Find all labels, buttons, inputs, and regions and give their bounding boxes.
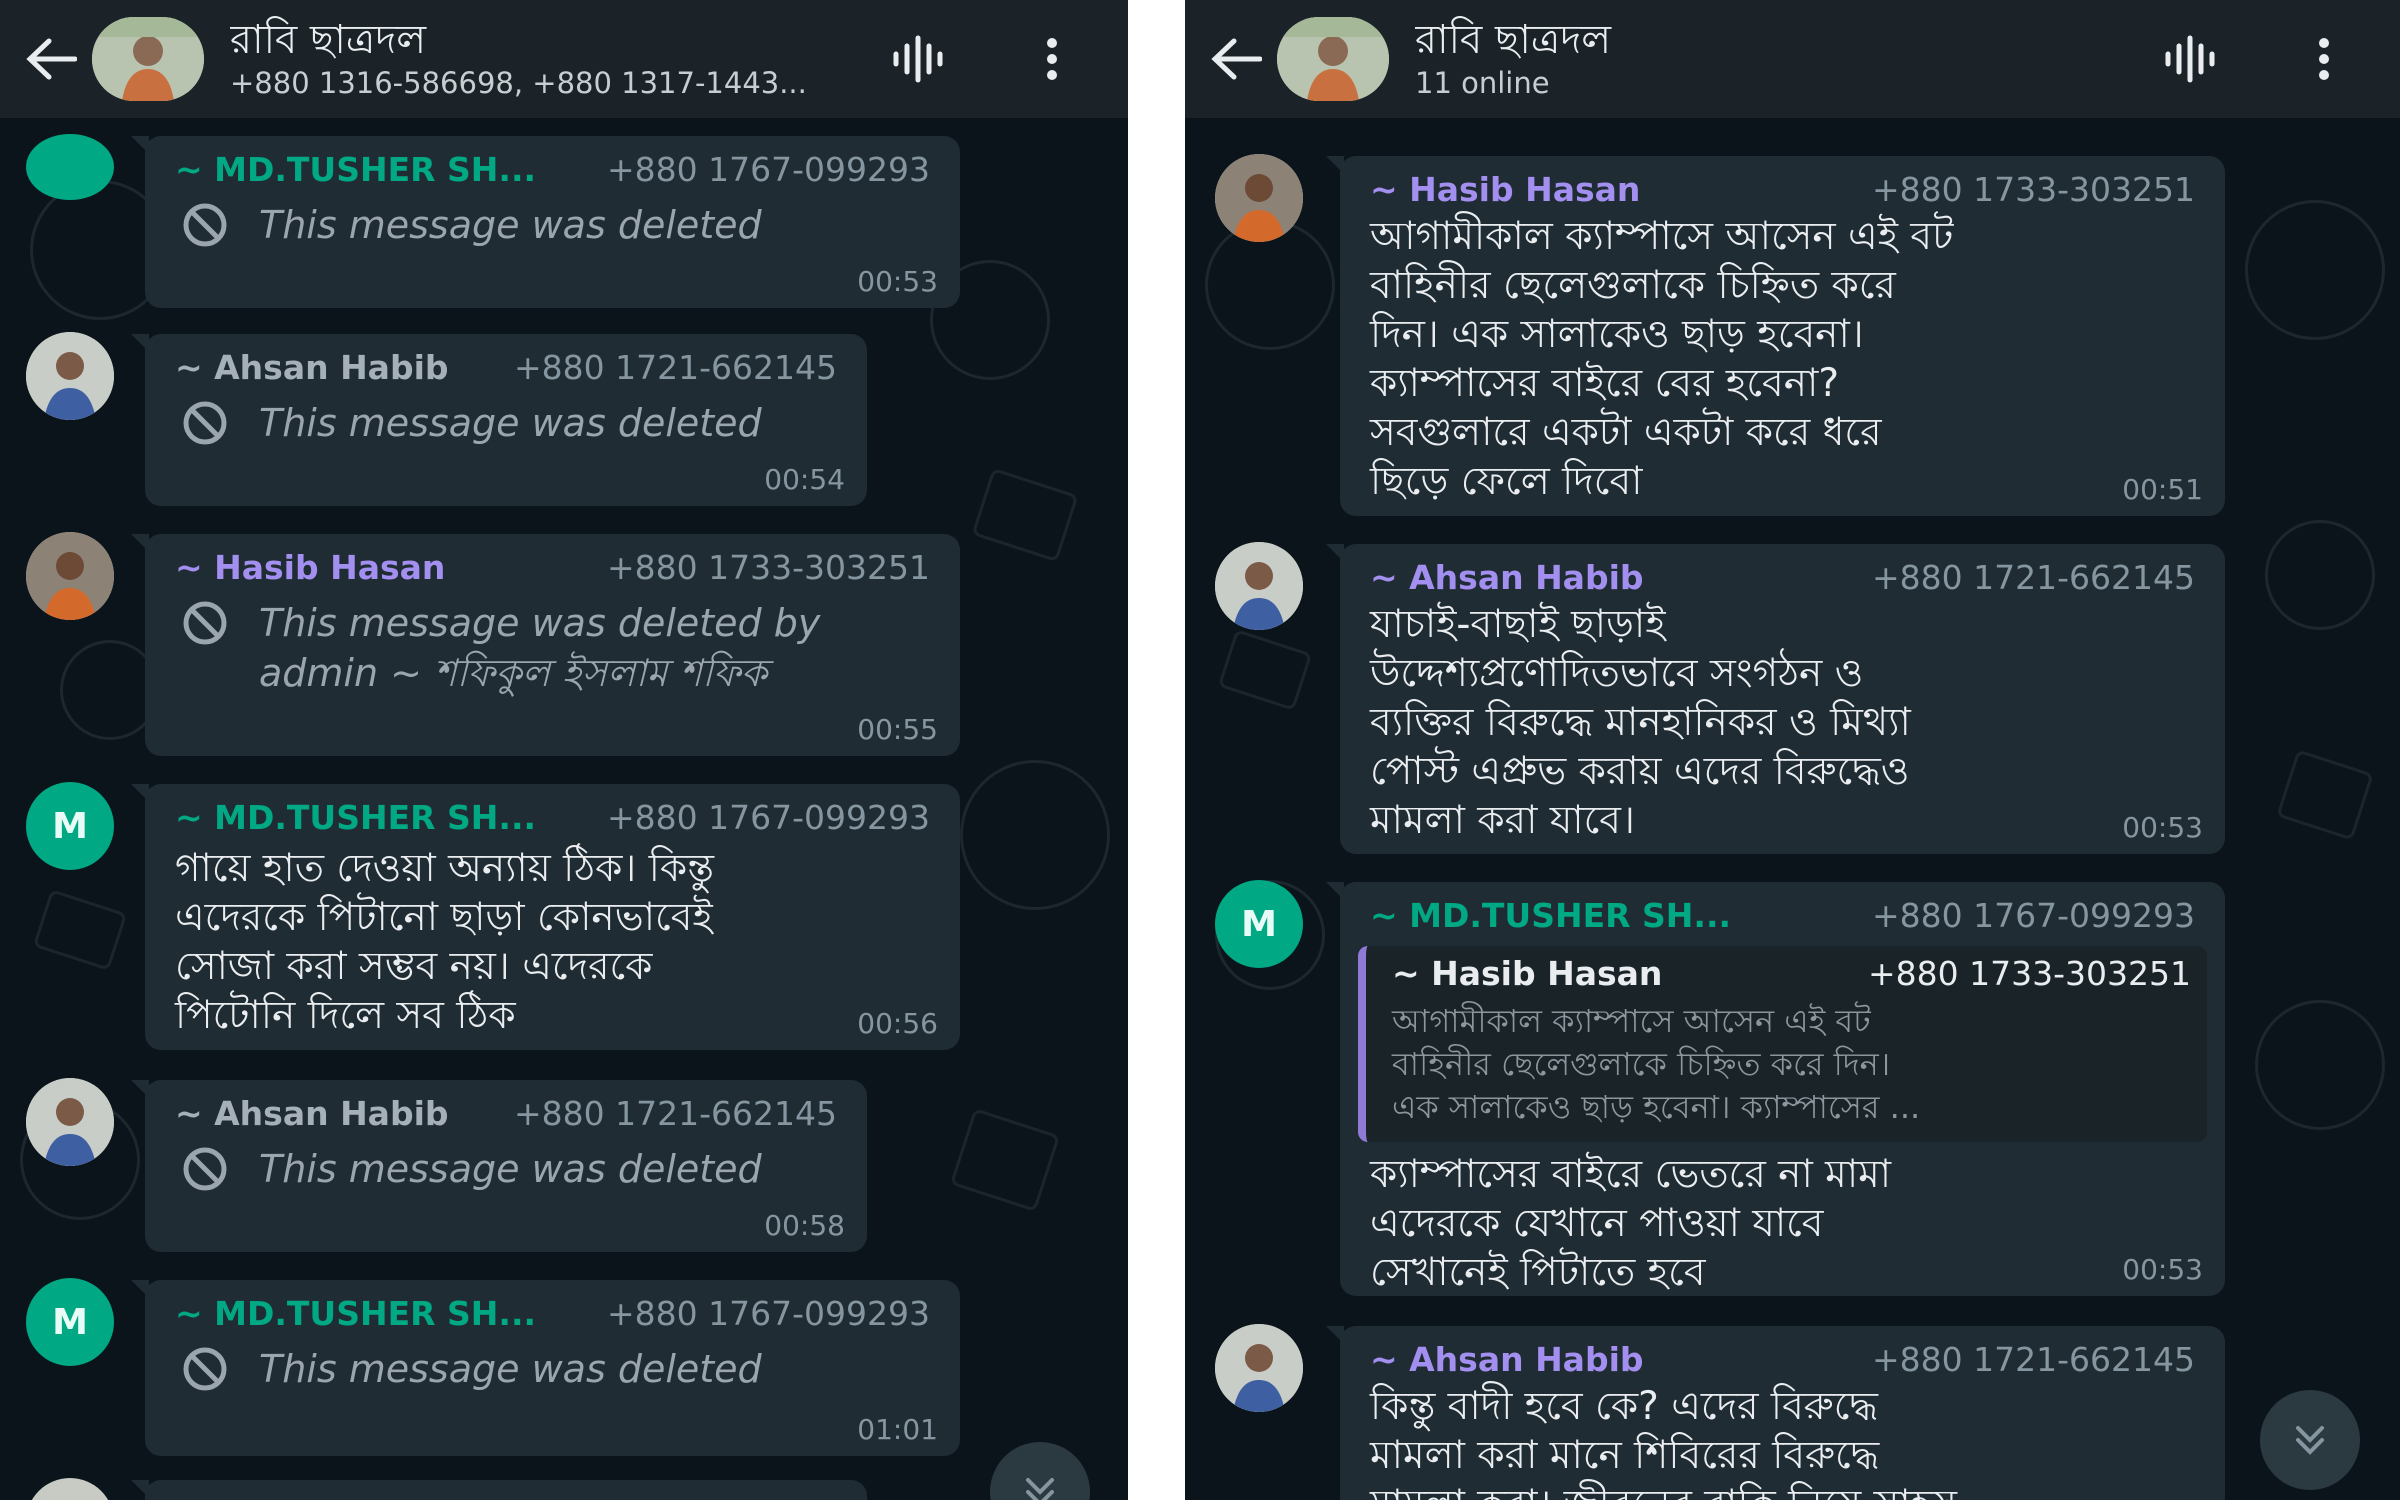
group-avatar[interactable] — [92, 17, 204, 101]
sender-avatar[interactable] — [1215, 1324, 1303, 1412]
chat-header-info[interactable]: রাবি ছাত্রদল +880 1316-586698, +880 1317… — [230, 16, 886, 102]
more-options-button[interactable] — [1020, 27, 1084, 91]
blocked-icon — [183, 401, 227, 445]
sender-name[interactable]: ~ MD.TUSHER SH... — [175, 1294, 536, 1333]
sender-name[interactable]: ~ Hasib Hasan — [1370, 170, 1640, 209]
group-title: রাবি ছাত্রদল — [1415, 17, 1612, 63]
message-bubble[interactable]: ~ Hasib Hasan +880 1733-303251 This mess… — [131, 534, 960, 756]
chat-header: রাবি ছাত্রদল +880 1316-586698, +880 1317… — [0, 0, 1128, 118]
blocked-icon — [183, 601, 227, 645]
deleted-message-text: This message was deleted — [259, 203, 762, 247]
sender-avatar[interactable] — [26, 134, 114, 200]
blocked-icon — [183, 1147, 227, 1191]
sender-name[interactable]: ~ MD.TUSHER SH... — [1370, 896, 1731, 935]
sender-avatar[interactable] — [1215, 542, 1303, 630]
scroll-down-button[interactable] — [2260, 1390, 2360, 1490]
message-time: 00:56 — [857, 1007, 938, 1040]
sender-phone: +880 1767-099293 — [607, 149, 930, 189]
message-bubble[interactable]: ~ MD.TUSHER SH... +880 1767-099293 This … — [131, 1280, 960, 1456]
sender-avatar[interactable]: M — [26, 1278, 114, 1366]
group-members: +880 1316-586698, +880 1317-1443... — [230, 66, 807, 100]
message-text: কিন্তু বাদী হবে কে? এদের বিরুদ্ধে মামলা … — [1370, 1384, 1957, 1500]
message-time: 01:01 — [857, 1413, 938, 1446]
sender-name[interactable]: ~ Ahsan Habib — [175, 348, 449, 387]
message-time: 00:55 — [857, 713, 938, 746]
online-count: 11 online — [1415, 66, 1550, 100]
message-time: 00:53 — [857, 265, 938, 298]
chat-panel-left: রাবি ছাত্রদল +880 1316-586698, +880 1317… — [0, 0, 1128, 1500]
message-bubble[interactable]: ~ Hasib Hasan +880 1733-303251 আগামীকাল … — [1326, 156, 2225, 516]
sender-phone: +880 1767-099293 — [1872, 895, 2195, 935]
blocked-icon — [183, 203, 227, 247]
message-text: ক্যাম্পাসের বাইরে ভেতরে না মামা এদেরকে য… — [1370, 1152, 1892, 1295]
quoted-message[interactable]: ~ Hasib Hasan +880 1733-303251 আগামীকাল … — [1358, 946, 2207, 1142]
sender-name[interactable]: ~ Ahsan Habib — [175, 1094, 449, 1133]
deleted-message-text: This message was deleted by admin ~ শফিক… — [259, 601, 821, 695]
group-avatar[interactable] — [1277, 17, 1389, 101]
message-bubble[interactable]: ~ Ahsan Habib +880 1721-662145 This mess… — [131, 1080, 867, 1252]
back-arrow-icon — [26, 38, 77, 80]
quoted-sender-phone: +880 1733-303251 — [1868, 954, 2191, 993]
message-bubble[interactable]: ~ MD.TUSHER SH... +880 1767-099293 This … — [131, 136, 960, 308]
back-button[interactable] — [16, 24, 86, 94]
scroll-down-button[interactable] — [990, 1442, 1090, 1500]
sender-avatar[interactable] — [26, 332, 114, 420]
more-options-icon — [1047, 38, 1057, 80]
message-bubble[interactable]: ~ Ahsan Habib +880 1721-662145 This mess… — [131, 334, 867, 506]
back-button[interactable] — [1201, 24, 1271, 94]
sender-phone: +880 1721-662145 — [1872, 557, 2195, 597]
message-text: গায়ে হাত দেওয়া অন্যায় ঠিক। কিন্তু এদে… — [175, 846, 715, 1038]
sender-avatar[interactable] — [26, 1078, 114, 1166]
chat-header-info[interactable]: রাবি ছাত্রদল 11 online — [1415, 16, 2158, 102]
more-options-icon — [2319, 38, 2329, 80]
message-bubble[interactable]: ~ Ahsan Habib +880 1721-662145 কিন্তু বা… — [1326, 1326, 2225, 1500]
chat-header: রাবি ছাত্রদল 11 online — [1185, 0, 2400, 118]
sender-avatar[interactable] — [26, 1478, 114, 1500]
sender-avatar[interactable]: M — [1215, 880, 1303, 968]
message-time: 00:54 — [764, 463, 845, 496]
sender-phone: +880 1721-662145 — [514, 347, 837, 387]
voice-call-button[interactable] — [2158, 27, 2222, 91]
voice-call-icon — [2165, 35, 2215, 83]
sender-avatar[interactable] — [1215, 154, 1303, 242]
message-time: 00:53 — [2122, 811, 2203, 844]
voice-call-button[interactable] — [886, 27, 950, 91]
sender-name[interactable]: ~ Ahsan Habib — [1370, 1340, 1644, 1379]
message-time: 00:51 — [2122, 473, 2203, 506]
voice-call-icon — [893, 35, 943, 83]
sender-name[interactable]: ~ MD.TUSHER SH... — [175, 798, 536, 837]
message-bubble[interactable]: ~ MD.TUSHER SH... +880 1767-099293 গায়ে… — [131, 784, 960, 1050]
sender-name[interactable]: ~ MD.TUSHER SH... — [175, 150, 536, 189]
deleted-message-text: This message was deleted — [259, 401, 762, 445]
sender-phone: +880 1767-099293 — [607, 797, 930, 837]
message-bubble[interactable]: ~ Ahsan Habib +880 1721-662145 যাচাই-বাছ… — [1326, 544, 2225, 854]
sender-phone: +880 1767-099293 — [607, 1293, 930, 1333]
deleted-message-text: This message was deleted — [259, 1147, 762, 1191]
message-text: আগামীকাল ক্যাম্পাসে আসেন এই বট বাহিনীর ছ… — [1370, 214, 1954, 504]
message-bubble[interactable] — [131, 1480, 867, 1500]
sender-phone: +880 1721-662145 — [1872, 1339, 2195, 1379]
scroll-down-icon — [2296, 1426, 2324, 1455]
back-arrow-icon — [1211, 38, 1262, 80]
sender-name[interactable]: ~ Hasib Hasan — [175, 548, 445, 587]
message-bubble[interactable]: ~ MD.TUSHER SH... +880 1767-099293 ~ Has… — [1326, 882, 2225, 1296]
sender-phone: +880 1733-303251 — [607, 547, 930, 587]
blocked-icon — [183, 1347, 227, 1391]
sender-name[interactable]: ~ Ahsan Habib — [1370, 558, 1644, 597]
message-text: যাচাই-বাছাই ছাড়াই উদ্দেশ্যপ্রণোদিতভাবে … — [1370, 602, 1911, 843]
quoted-sender-name: ~ Hasib Hasan — [1392, 954, 1663, 993]
deleted-message-text: This message was deleted — [259, 1347, 762, 1391]
quoted-text: আগামীকাল ক্যাম্পাসে আসেন এই বট বাহিনীর ছ… — [1392, 1002, 1921, 1126]
more-options-button[interactable] — [2292, 27, 2356, 91]
sender-avatar[interactable]: M — [26, 782, 114, 870]
sender-phone: +880 1733-303251 — [1872, 169, 2195, 209]
sender-phone: +880 1721-662145 — [514, 1093, 837, 1133]
sender-avatar[interactable] — [26, 532, 114, 620]
group-title: রাবি ছাত্রদল — [230, 17, 427, 63]
scroll-down-icon — [1026, 1478, 1054, 1500]
message-time: 00:53 — [2122, 1253, 2203, 1286]
chat-panel-right: রাবি ছাত্রদল 11 online ~ Hasib Hasan +88… — [1185, 0, 2400, 1500]
message-time: 00:58 — [764, 1209, 845, 1242]
